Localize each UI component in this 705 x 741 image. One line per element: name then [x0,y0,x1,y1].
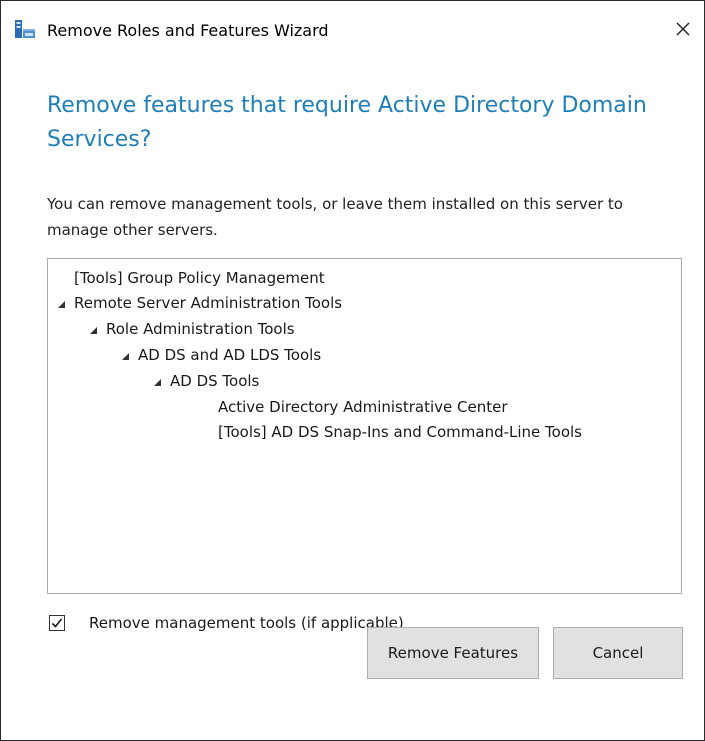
tree-item-label: [Tools] AD DS Snap-Ins and Command-Line … [218,423,582,441]
window-title: Remove Roles and Features Wizard [47,21,329,40]
server-manager-icon [15,20,35,38]
expanded-arrow-icon[interactable] [58,301,65,308]
remove-management-tools-label: Remove management tools (if applicable) [89,614,404,632]
wizard-window: Remove Roles and Features Wizard Remove … [0,0,705,741]
tree-item-label: Remote Server Administration Tools [74,294,343,312]
close-button[interactable] [669,15,697,43]
tree-item-group-policy-management[interactable]: [Tools] Group Policy Management [74,266,325,290]
title-bar[interactable]: Remove Roles and Features Wizard [1,1,704,55]
tree-item-ad-ds-and-ad-lds-tools[interactable]: AD DS and AD LDS Tools [122,343,321,367]
dialog-heading: Remove features that require Active Dire… [47,93,647,152]
tree-item-ad-ds-tools[interactable]: AD DS Tools [154,369,259,393]
tree-item-role-administration-tools[interactable]: Role Administration Tools [90,317,295,341]
tree-item-label: Role Administration Tools [106,320,295,338]
tree-item-ad-ds-snap-ins-and-command-line-tools[interactable]: [Tools] AD DS Snap-Ins and Command-Line … [218,420,582,444]
tree-item-remote-server-administration-tools[interactable]: Remote Server Administration Tools [58,291,342,315]
remove-features-button[interactable]: Remove Features [367,627,539,679]
tree-item-label: Active Directory Administrative Center [218,398,508,416]
close-icon [676,22,690,36]
cancel-button[interactable]: Cancel [553,627,683,679]
tree-item-label: [Tools] Group Policy Management [74,269,325,287]
tree-item-label: AD DS Tools [170,372,260,390]
expanded-arrow-icon[interactable] [122,353,129,360]
features-tree[interactable]: [Tools] Group Policy Management Remote S… [47,258,682,594]
tree-item-active-directory-administrative-center[interactable]: Active Directory Administrative Center [218,395,508,419]
tree-item-label: AD DS and AD LDS Tools [138,346,322,364]
checkmark-icon [51,618,63,628]
expanded-arrow-icon[interactable] [154,379,161,386]
dialog-description: You can remove management tools, or leav… [47,195,623,239]
remove-management-tools-checkbox[interactable] [49,615,65,631]
remove-management-tools-option[interactable]: Remove management tools (if applicable) [49,611,404,635]
expanded-arrow-icon[interactable] [90,327,97,334]
